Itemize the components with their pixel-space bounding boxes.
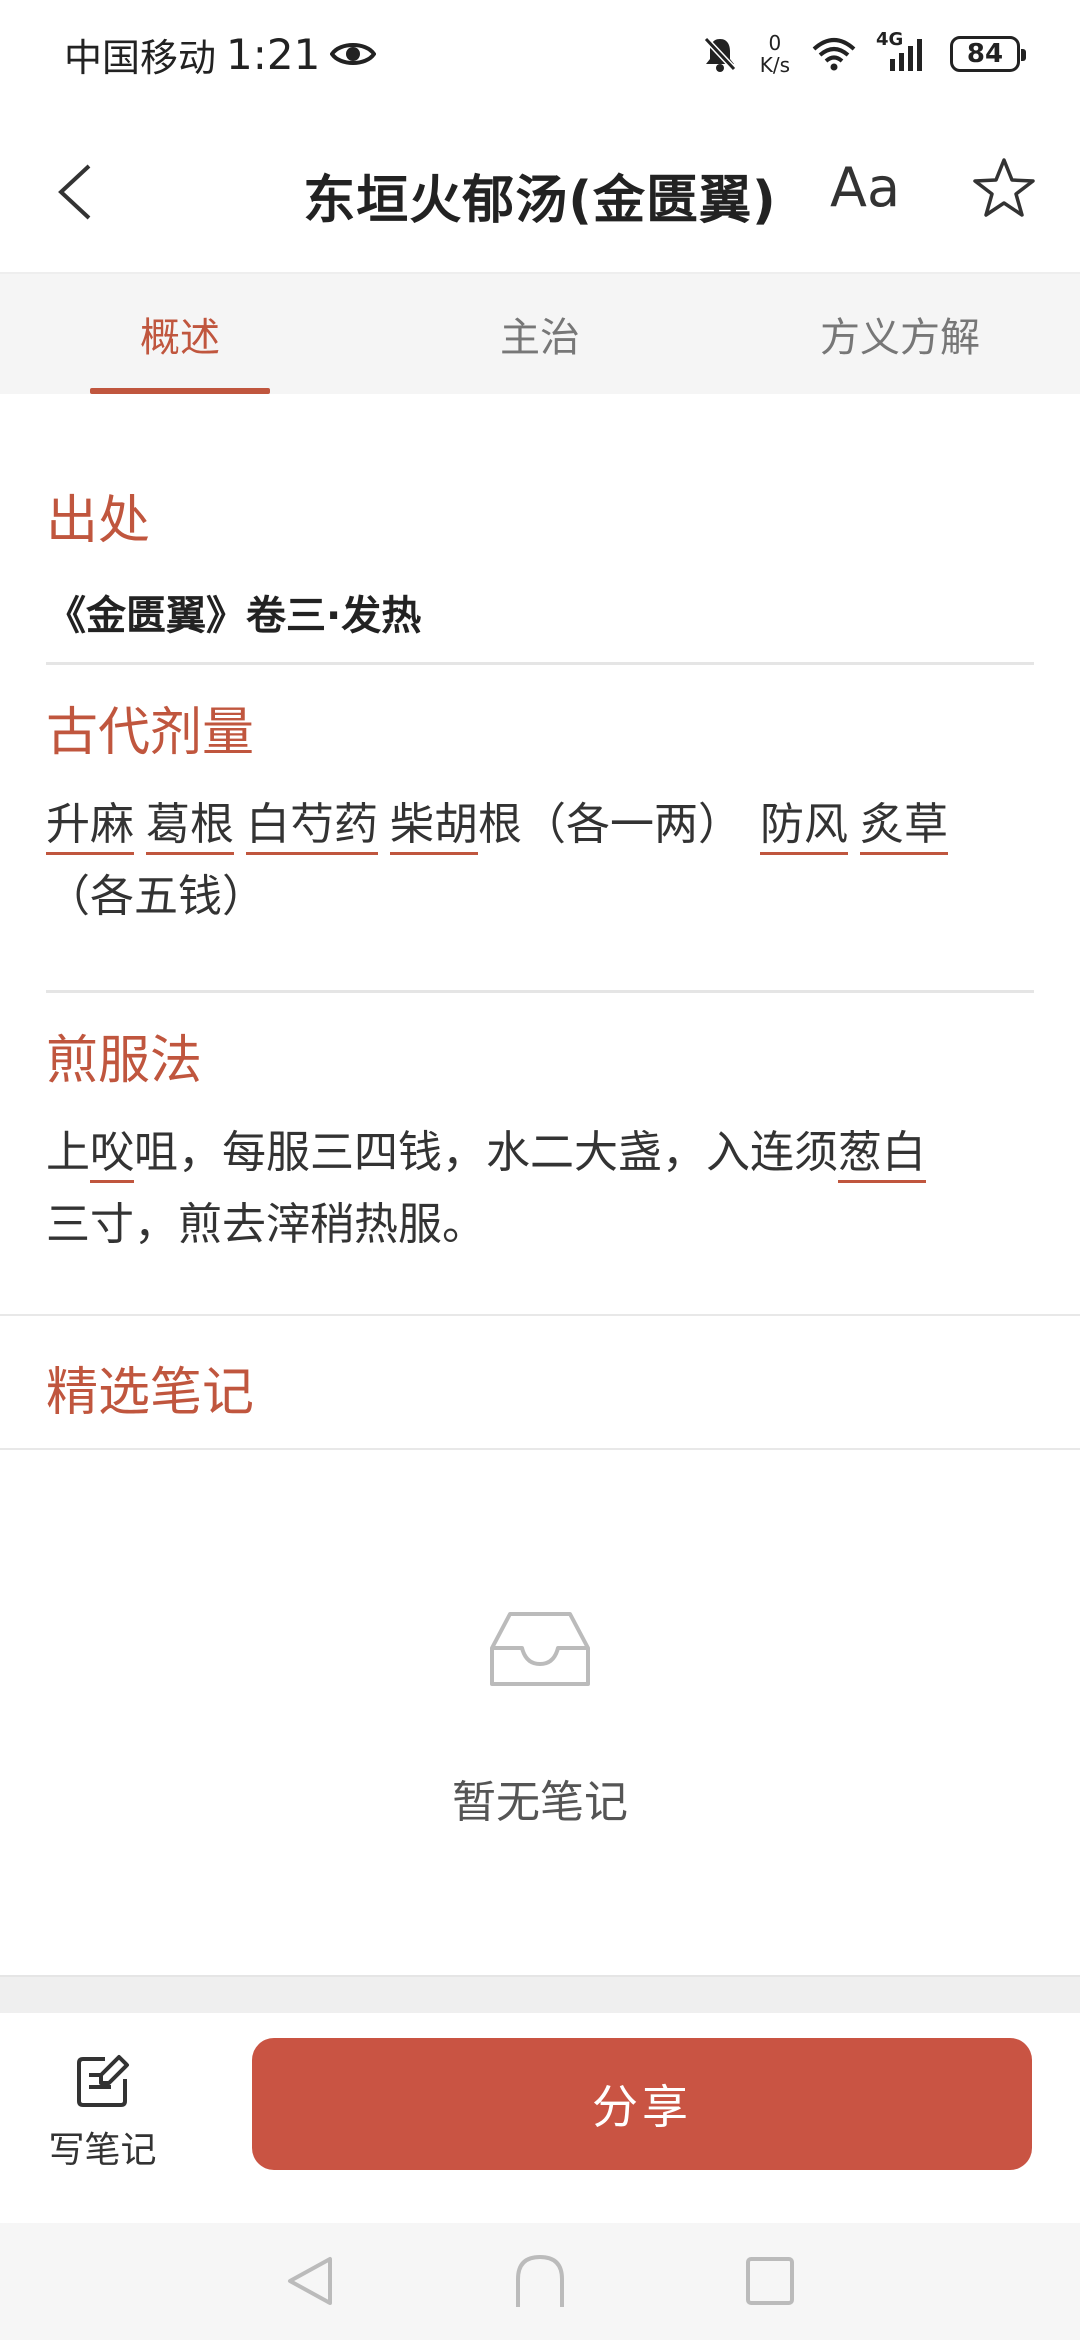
favorite-button[interactable]: [972, 156, 1042, 226]
herb-link[interactable]: 葱白: [838, 1127, 926, 1183]
dosage-plain-text: （各五钱）: [46, 871, 266, 922]
network-type-label: 4G: [876, 29, 904, 50]
divider: [46, 662, 1034, 665]
empty-notes: 暂无笔记: [0, 1610, 1080, 1830]
term-link[interactable]: 㕮: [90, 1127, 134, 1183]
tab-formula-analysis-label: 方义方解: [820, 315, 980, 361]
nav-back-icon[interactable]: [280, 2251, 340, 2311]
herb-link[interactable]: 柴胡: [390, 799, 478, 855]
nav-home-icon[interactable]: [510, 2251, 570, 2311]
dosage-section: 古代剂量 升麻 葛根 白芍药 柴胡根（各一两） 防风 炙草 （各五钱）: [46, 690, 1034, 933]
divider: [46, 990, 1034, 993]
decoction-section: 煎服法 上㕮咀，每服三四钱，水二大盏，入连须葱白 三寸，煎去滓稍热服。: [46, 1018, 1034, 1261]
section-divider: [0, 1448, 1080, 1450]
section-divider: [0, 1314, 1080, 1316]
battery-level: 84: [966, 39, 1004, 69]
edit-note-icon: [76, 2055, 129, 2107]
source-text: 《金匮翼》卷三·发热: [46, 593, 422, 639]
bottom-action-bar: 写笔记 分享: [0, 2013, 1080, 2223]
tab-formula-analysis[interactable]: 方义方解: [720, 274, 1080, 394]
page-title: 东垣火郁汤(金匮翼): [303, 171, 777, 231]
dosage-text: 升麻 葛根 白芍药 柴胡根（各一两） 防风 炙草 （各五钱）: [46, 789, 1034, 933]
dosage-plain-text: 根（各一两）: [478, 799, 742, 850]
system-nav-bar: [0, 2223, 1080, 2340]
decoction-title: 煎服法: [46, 1031, 203, 1091]
bottom-separator: [0, 1975, 1080, 2013]
decoction-plain-text: 上: [46, 1127, 90, 1178]
write-note-button[interactable]: 写笔记: [40, 2053, 165, 2173]
clock: 1:21: [226, 29, 321, 79]
share-button[interactable]: 分享: [252, 2038, 1032, 2170]
net-speed-unit: K/s: [759, 53, 790, 77]
write-note-label: 写笔记: [48, 2130, 157, 2171]
wifi-icon: [812, 38, 856, 71]
eye-icon: [330, 43, 377, 65]
herb-link[interactable]: 炙草: [860, 799, 948, 855]
active-tab-indicator: [90, 388, 270, 394]
notes-title: 精选笔记: [46, 1363, 255, 1423]
empty-notes-text: 暂无笔记: [452, 1777, 628, 1828]
tab-indications-label: 主治: [500, 315, 580, 361]
nav-recents-icon[interactable]: [740, 2251, 800, 2311]
net-speed-value: 0: [768, 31, 782, 55]
carrier-label: 中国移动: [64, 35, 217, 80]
herb-link[interactable]: 升麻: [46, 799, 134, 855]
herb-link[interactable]: 白芍药: [246, 799, 378, 855]
tab-overview-label: 概述: [140, 315, 220, 361]
decoction-plain-text: 三寸，煎去滓稍热服。: [46, 1199, 486, 1250]
source-title: 出处: [46, 491, 151, 551]
bell-muted-icon: [703, 36, 736, 72]
page: 中国移动 1:21 0 K/s 4G 84 东垣火郁汤(金匮翼) Aa 概述 主…: [0, 0, 1080, 2340]
app-header: 东垣火郁汤(金匮翼) Aa: [0, 108, 1080, 272]
decoction-plain-text: 咀，每服三四钱，水二大盏，入连须: [134, 1127, 838, 1178]
status-right: 0 K/s 4G 84: [702, 29, 1026, 76]
cell-signal: 4G: [876, 29, 928, 71]
herb-link[interactable]: 防风: [760, 799, 848, 855]
font-size-button[interactable]: Aa: [830, 156, 900, 219]
decoction-text: 上㕮咀，每服三四钱，水二大盏，入连须葱白 三寸，煎去滓稍热服。: [46, 1117, 1034, 1261]
star-icon: [973, 158, 1035, 217]
source-section: 出处 《金匮翼》卷三·发热: [46, 478, 1034, 641]
dosage-title: 古代剂量: [46, 703, 255, 763]
net-speed: 0 K/s: [760, 32, 790, 76]
tab-indications[interactable]: 主治: [360, 274, 720, 394]
battery-indicator: 84: [950, 36, 1026, 72]
notes-section: 精选笔记: [46, 1350, 1034, 1425]
status-bar: 中国移动 1:21 0 K/s 4G 84: [0, 0, 1080, 108]
herb-link[interactable]: 葛根: [146, 799, 234, 855]
tab-bar: 概述 主治 方义方解: [0, 272, 1080, 394]
status-left: 中国移动 1:21: [64, 27, 377, 82]
inbox-icon: [490, 1612, 590, 1686]
tab-overview[interactable]: 概述: [0, 274, 360, 394]
